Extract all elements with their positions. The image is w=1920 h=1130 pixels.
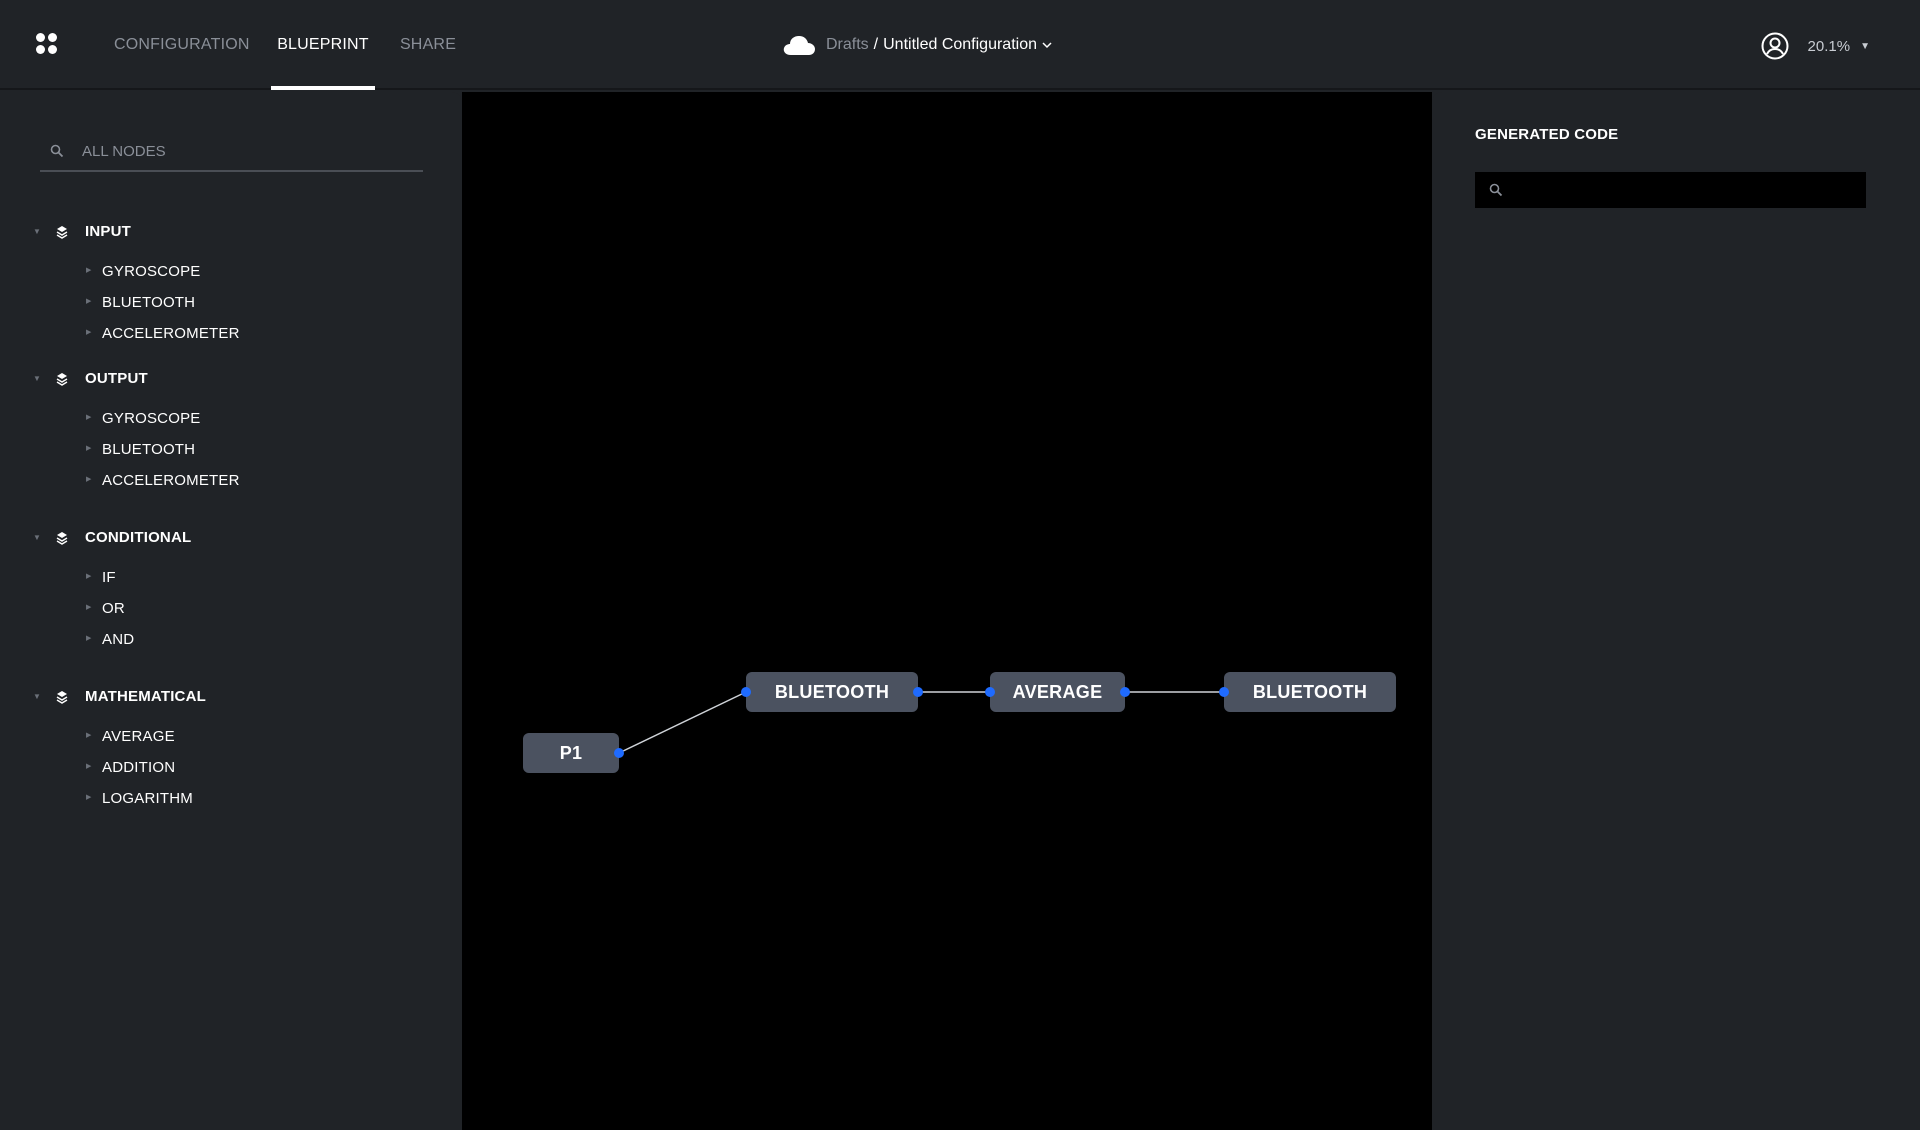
node-bluetooth-input[interactable]: BLUETOOTH: [746, 672, 918, 712]
node-item-bluetooth[interactable]: ▶ BLUETOOTH: [0, 438, 300, 460]
collapse-arrow-icon[interactable]: ▼: [33, 533, 41, 542]
zoom-level[interactable]: 20.1%: [1808, 38, 1851, 55]
node-item-bluetooth[interactable]: ▶ BLUETOOTH: [0, 291, 300, 313]
node-item-logarithm[interactable]: ▶ LOGARITHM: [0, 787, 300, 809]
node-item-label: IF: [102, 569, 116, 586]
layers-icon: [56, 691, 68, 704]
item-arrow-icon: ▶: [86, 604, 92, 611]
item-arrow-icon: ▶: [86, 794, 92, 801]
port-bluetooth-in[interactable]: [741, 687, 751, 697]
node-item-label: BLUETOOTH: [102, 294, 196, 311]
node-item-gyroscope[interactable]: ▶ GYROSCOPE: [0, 407, 300, 429]
blueprint-canvas[interactable]: P1 BLUETOOTH AVERAGE BLUETOOTH: [462, 92, 1432, 1130]
node-item-label: LOGARITHM: [102, 790, 193, 807]
item-arrow-icon: ▶: [86, 445, 92, 452]
code-search-input[interactable]: [1513, 182, 1853, 198]
item-arrow-icon: ▶: [86, 329, 92, 336]
group-title: INPUT: [85, 223, 131, 240]
layers-icon: [56, 532, 68, 545]
node-item-if[interactable]: ▶ IF: [0, 566, 300, 588]
node-item-label: AND: [102, 631, 135, 648]
collapse-arrow-icon[interactable]: ▼: [33, 227, 41, 236]
cloud-icon: [783, 36, 815, 55]
panel-title: GENERATED CODE: [1475, 126, 1619, 143]
item-arrow-icon: ▶: [86, 635, 92, 642]
group-title: MATHEMATICAL: [85, 688, 206, 705]
group-header-output[interactable]: ▼ OUTPUT: [0, 367, 300, 391]
node-item-label: GYROSCOPE: [102, 410, 201, 427]
item-arrow-icon: ▶: [86, 267, 92, 274]
collapse-arrow-icon[interactable]: ▼: [33, 374, 41, 383]
caret-down-icon[interactable]: ▼: [1860, 41, 1870, 52]
port-average-in[interactable]: [985, 687, 995, 697]
node-item-and[interactable]: ▶ AND: [0, 628, 300, 650]
node-item-average[interactable]: ▶ AVERAGE: [0, 725, 300, 747]
code-search: [1475, 172, 1866, 208]
breadcrumb-folder[interactable]: Drafts: [826, 36, 869, 54]
breadcrumb-separator: /: [873, 36, 879, 53]
node-item-label: GYROSCOPE: [102, 263, 201, 280]
group-title: CONDITIONAL: [85, 529, 192, 546]
node-item-label: AVERAGE: [102, 728, 175, 745]
node-item-label: BLUETOOTH: [102, 441, 196, 458]
port-average-out[interactable]: [1120, 687, 1130, 697]
search-icon: [1489, 183, 1503, 197]
node-search: [40, 132, 423, 172]
group-title: OUTPUT: [85, 370, 148, 387]
search-icon: [50, 144, 64, 158]
node-item-label: OR: [102, 600, 125, 617]
port-bluetooth-out[interactable]: [913, 687, 923, 697]
generated-code-panel: GENERATED CODE: [1432, 92, 1920, 1130]
layers-icon: [56, 226, 68, 239]
group-header-mathematical[interactable]: ▼ MATHEMATICAL: [0, 685, 300, 709]
top-bar: CONFIGURATION BLUEPRINT SHARE Drafts / U…: [0, 0, 1920, 90]
node-library-panel: ▼ INPUT ▶ GYROSCOPE ▶ BLUETOOTH ▶ ACCELEROM…: [0, 92, 462, 1130]
item-arrow-icon: ▶: [86, 298, 92, 305]
node-item-accelerometer[interactable]: ▶ ACCELEROMETER: [0, 322, 300, 344]
node-item-gyroscope[interactable]: ▶ GYROSCOPE: [0, 260, 300, 282]
node-links: [618, 691, 1224, 754]
apps-grid-icon[interactable]: [36, 33, 58, 55]
node-item-label: ACCELEROMETER: [102, 472, 240, 489]
node-item-label: ADDITION: [102, 759, 176, 776]
port-bluetooth-output-in[interactable]: [1219, 687, 1229, 697]
group-header-conditional[interactable]: ▼ CONDITIONAL: [0, 526, 300, 550]
breadcrumb: Drafts / Untitled Configuration: [782, 30, 1054, 60]
node-item-addition[interactable]: ▶ ADDITION: [0, 756, 300, 778]
item-arrow-icon: ▶: [86, 732, 92, 739]
item-arrow-icon: ▶: [86, 763, 92, 770]
item-arrow-icon: ▶: [86, 414, 92, 421]
node-item-accelerometer[interactable]: ▶ ACCELEROMETER: [0, 469, 300, 491]
port-p1-out[interactable]: [614, 748, 624, 758]
node-average[interactable]: AVERAGE: [990, 672, 1125, 712]
node-bluetooth-output[interactable]: BLUETOOTH: [1224, 672, 1396, 712]
node-item-or[interactable]: ▶ OR: [0, 597, 300, 619]
link-p1-bluetooth[interactable]: [618, 691, 747, 754]
tab-configuration[interactable]: CONFIGURATION: [114, 0, 249, 90]
item-arrow-icon: ▶: [86, 476, 92, 483]
user-area: 20.1% ▼: [1760, 30, 1870, 62]
group-header-input[interactable]: ▼ INPUT: [0, 220, 300, 244]
tab-blueprint[interactable]: BLUEPRINT: [271, 0, 375, 90]
user-circle-icon[interactable]: [1760, 31, 1790, 61]
node-item-label: ACCELEROMETER: [102, 325, 240, 342]
node-p1[interactable]: P1: [523, 733, 619, 773]
collapse-arrow-icon[interactable]: ▼: [33, 692, 41, 701]
node-search-input[interactable]: [82, 142, 402, 160]
tab-share[interactable]: SHARE: [398, 0, 458, 90]
chevron-down-icon[interactable]: [1040, 38, 1054, 52]
layers-icon: [56, 373, 68, 386]
item-arrow-icon: ▶: [86, 573, 92, 580]
configuration-title[interactable]: Untitled Configuration: [883, 36, 1037, 54]
